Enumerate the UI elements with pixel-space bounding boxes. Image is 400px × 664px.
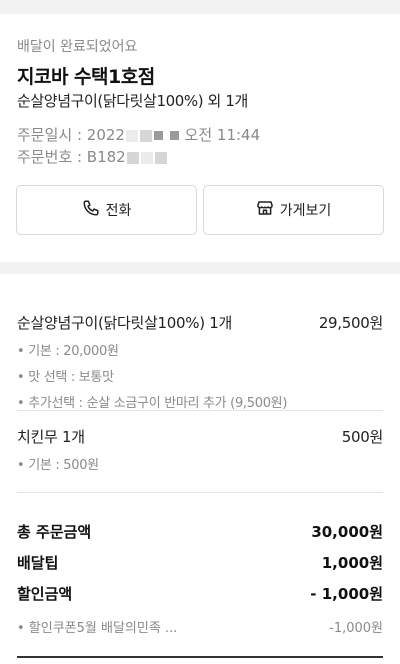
delivery-tip-value: 1,000원 (321, 554, 383, 572)
order-item-option: • 추가선택 : 순살 소금구이 반마리 추가 (9,500원) (17, 396, 288, 411)
bottom-border (17, 656, 383, 658)
redacted-mark (169, 131, 179, 140)
order-item-row: 치킨무 1개 500원 (17, 426, 383, 447)
call-button[interactable]: 전화 (16, 185, 197, 235)
order-item: 순살양념구이(닭다릿살100%) 1개 29,500원 • 기본 : 20,00… (17, 312, 383, 411)
order-item: 치킨무 1개 500원 • 기본 : 500원 (17, 426, 383, 473)
order-number-label: 주문번호 : B182 (17, 148, 126, 166)
delivery-tip-row: 배달팁 1,000원 (17, 552, 383, 573)
discount-detail-row: • 할인쿠폰5월 배달의민족 ... -1,000원 (17, 617, 383, 636)
order-item-price: 29,500원 (318, 314, 383, 332)
redacted-mark (125, 129, 138, 142)
delivery-tip-label: 배달팁 (17, 554, 59, 572)
discount-row: 할인금액 - 1,000원 (17, 583, 383, 604)
top-spacer (0, 0, 400, 14)
order-time: 오전 11:44 (184, 126, 261, 144)
phone-icon (82, 199, 100, 221)
call-button-label: 전화 (105, 203, 132, 219)
store-name[interactable]: 지코바 수택1호점 (17, 62, 155, 89)
redacted-mark (153, 131, 163, 140)
order-item-row: 순살양념구이(닭다릿살100%) 1개 29,500원 (17, 312, 383, 333)
totals-divider (17, 492, 383, 493)
discount-detail-label: • 할인쿠폰5월 배달의민족 ... (17, 621, 178, 636)
order-total-value: 30,000원 (311, 523, 383, 541)
item-divider (17, 410, 383, 411)
redacted-mark (154, 151, 167, 164)
discount-value: - 1,000원 (310, 585, 383, 603)
order-item-price: 500원 (341, 428, 384, 446)
order-date-label: 주문일시 : 2022 (17, 126, 125, 144)
view-store-button[interactable]: 가게보기 (203, 185, 384, 235)
order-item-option: • 맛 선택 : 보통맛 (17, 370, 114, 385)
order-item-name: 치킨무 1개 (17, 428, 85, 446)
order-summary: 순살양념구이(닭다릿살100%) 외 1개 (17, 92, 248, 110)
order-total-row: 총 주문금액 30,000원 (17, 521, 383, 542)
redacted-mark (140, 151, 153, 164)
redacted-mark (126, 151, 139, 164)
store-icon (256, 199, 274, 221)
order-total-label: 총 주문금액 (17, 523, 92, 541)
order-item-option: • 기본 : 500원 (17, 458, 99, 473)
order-item-name: 순살양념구이(닭다릿살100%) 1개 (17, 314, 233, 332)
order-item-option: • 기본 : 20,000원 (17, 344, 119, 359)
discount-label: 할인금액 (17, 585, 73, 603)
redacted-mark (139, 129, 152, 142)
delivery-status: 배달이 완료되었어요 (17, 39, 138, 55)
view-store-button-label: 가게보기 (279, 203, 332, 219)
section-separator (0, 262, 400, 274)
order-number: 주문번호 : B182 (17, 146, 168, 167)
discount-detail-value: -1,000원 (329, 621, 383, 636)
order-date: 주문일시 : 2022 오전 11:44 (17, 124, 260, 145)
